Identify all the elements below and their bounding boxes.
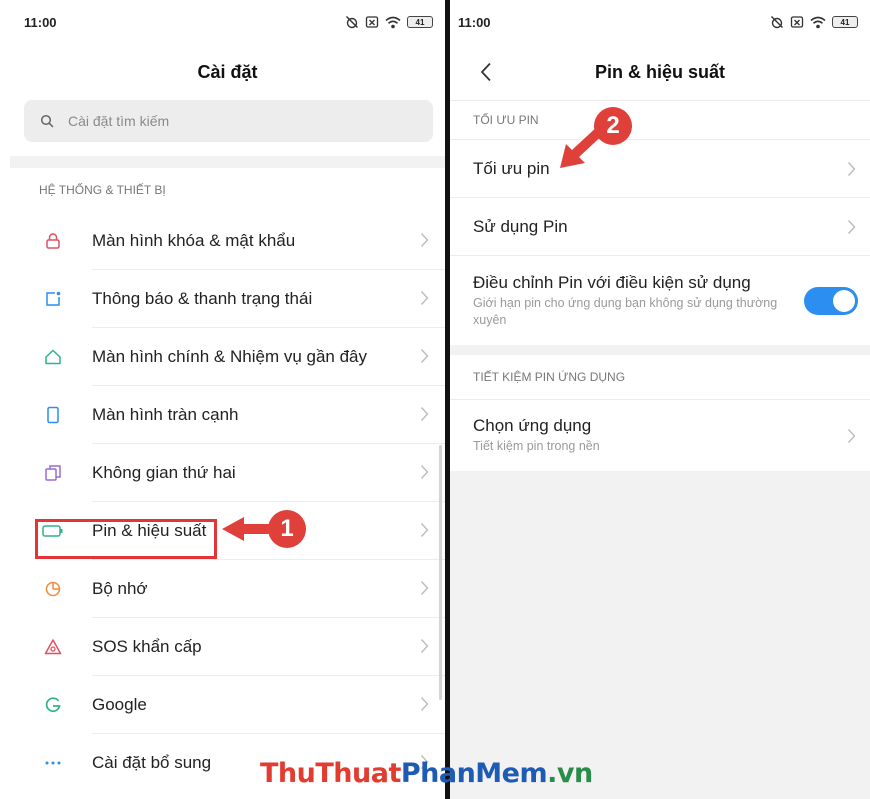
item-label: Chọn ứng dụng — [473, 416, 592, 435]
battery-indicator: 41 — [407, 16, 433, 28]
chevron-right-icon — [420, 581, 429, 595]
settings-item-label: Google — [92, 695, 147, 714]
alarm-off-icon — [346, 16, 358, 29]
storage-icon — [45, 581, 61, 597]
callout-2: 2 — [558, 107, 632, 170]
lock-icon — [46, 233, 60, 249]
fullscreen-icon — [47, 406, 59, 424]
page-title: Pin & hiệu suất — [594, 61, 726, 82]
section-header: TỐI ƯU PIN — [450, 101, 870, 139]
chevron-right-icon — [847, 428, 856, 443]
back-button[interactable] — [470, 56, 502, 88]
chevron-right-icon — [420, 233, 429, 247]
page-margin — [0, 0, 10, 799]
chevron-right-icon — [420, 349, 429, 363]
item-label: Tối ưu pin — [473, 158, 550, 178]
chevron-right-icon — [420, 291, 429, 305]
settings-item-storage[interactable]: Bộ nhớ — [10, 560, 445, 618]
item-description: Tiết kiệm pin trong nền — [473, 439, 600, 453]
status-time: 11:00 — [458, 14, 491, 30]
item-label: Sử dụng Pin — [473, 216, 568, 236]
chevron-right-icon — [420, 465, 429, 479]
settings-item-label: SOS khẩn cấp — [92, 637, 202, 656]
settings-item-label: Màn hình tràn cạnh — [92, 405, 239, 424]
callout-number: 2 — [594, 107, 632, 145]
section-header: TIẾT KIỆM PIN ỨNG DỤNG — [450, 355, 870, 399]
battery-usage-item[interactable]: Sử dụng Pin — [450, 197, 870, 255]
header: Pin & hiệu suất — [450, 44, 870, 100]
sos-icon — [44, 639, 62, 655]
chevron-right-icon — [847, 219, 856, 234]
settings-item-label: Thông báo & thanh trạng thái — [92, 289, 313, 308]
header: Cài đặt — [10, 44, 445, 100]
scrollbar[interactable] — [439, 445, 442, 700]
battery-indicator: 41 — [832, 16, 858, 28]
battery-performance-screen: 11:00 41 Pin & hiệu suất TỐI ƯU PIN Tối … — [450, 0, 870, 799]
status-icons: 41 — [345, 15, 433, 29]
page-title: Cài đặt — [197, 61, 258, 82]
settings-item-second-space[interactable]: Không gian thứ hai — [10, 444, 445, 502]
optimize-battery-item[interactable]: Tối ưu pin — [450, 139, 870, 197]
chevron-right-icon — [420, 639, 429, 653]
alarm-off-icon — [771, 16, 783, 29]
status-time: 11:00 — [24, 14, 57, 30]
settings-screen: 11:00 41 Cài đặt Cài đặt tìm kiếm HỆ THỐ… — [10, 0, 445, 799]
item-description: Giới hạn pin cho ứng dụng bạn không sử d… — [473, 295, 778, 327]
toggle-knob — [833, 289, 855, 312]
settings-item-google[interactable]: Google — [10, 676, 445, 734]
section-header-system: HỆ THỐNG & THIẾT BỊ — [39, 183, 166, 197]
search-input[interactable]: Cài đặt tìm kiếm — [24, 100, 433, 142]
settings-item-label: Màn hình khóa & mật khẩu — [92, 231, 296, 250]
watermark: ThuThuatPhanMem.vn — [260, 758, 593, 789]
arrow-left-icon — [222, 517, 272, 541]
adaptive-battery-toggle[interactable] — [804, 286, 858, 315]
second-space-icon — [45, 465, 61, 481]
callout-1: 1 — [222, 510, 306, 548]
google-icon — [45, 697, 61, 713]
notification-icon — [46, 291, 61, 306]
adaptive-battery-item[interactable]: Điều chỉnh Pin với điều kiện sử dụng Giớ… — [450, 255, 870, 345]
status-icons: 41 — [770, 15, 858, 29]
status-bar: 11:00 41 — [10, 0, 445, 44]
settings-item-fullscreen[interactable]: Màn hình tràn cạnh — [10, 386, 445, 444]
search-icon — [40, 114, 54, 128]
settings-item-lock-screen[interactable]: Màn hình khóa & mật khẩu — [10, 212, 445, 270]
settings-item-home-screen[interactable]: Màn hình chính & Nhiệm vụ gần đây — [10, 328, 445, 386]
choose-app-item[interactable]: Chọn ứng dụng Tiết kiệm pin trong nền — [450, 399, 870, 471]
chevron-right-icon — [420, 407, 429, 421]
chevron-right-icon — [420, 697, 429, 711]
settings-item-label: Cài đặt bổ sung — [92, 753, 212, 772]
settings-item-label: Màn hình chính & Nhiệm vụ gần đây — [92, 347, 367, 366]
section-gap — [450, 345, 870, 355]
item-label: Điều chỉnh Pin với điều kiện sử dụng — [473, 272, 751, 292]
settings-list: Màn hình khóa & mật khẩu Thông báo & tha… — [10, 212, 445, 792]
chevron-right-icon — [847, 161, 856, 176]
chevron-right-icon — [420, 523, 429, 537]
section-app-battery-saver: TIẾT KIỆM PIN ỨNG DỤNG Chọn ứng dụng Tiế… — [450, 355, 870, 471]
sim-off-icon — [365, 16, 379, 28]
section-gap — [10, 156, 445, 168]
settings-item-sos[interactable]: SOS khẩn cấp — [10, 618, 445, 676]
more-icon — [45, 761, 61, 765]
highlight-box — [35, 519, 217, 559]
wifi-icon — [810, 16, 826, 28]
section-battery-optimization: TỐI ƯU PIN Tối ưu pin Sử dụng Pin Điều c… — [450, 100, 870, 345]
back-arrow-icon — [480, 62, 491, 82]
sim-off-icon — [790, 16, 804, 28]
callout-number: 1 — [268, 510, 306, 548]
search-placeholder: Cài đặt tìm kiếm — [68, 113, 170, 129]
settings-item-notifications[interactable]: Thông báo & thanh trạng thái — [10, 270, 445, 328]
status-bar: 11:00 41 — [450, 0, 870, 44]
wifi-icon — [385, 16, 401, 28]
settings-item-label: Không gian thứ hai — [92, 463, 236, 482]
home-icon — [45, 349, 61, 365]
settings-item-label: Bộ nhớ — [92, 579, 148, 598]
